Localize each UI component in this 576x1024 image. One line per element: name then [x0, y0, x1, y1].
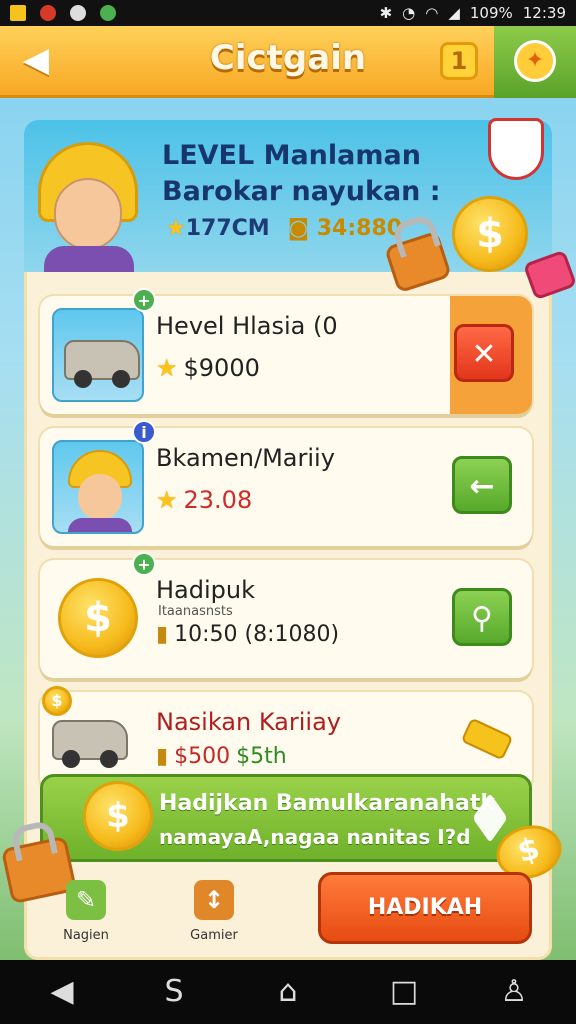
nav-account-button[interactable]: ♙ — [494, 972, 534, 1012]
star-icon: ★ — [156, 354, 178, 382]
tab-gamier[interactable]: ↕ Gamier — [174, 880, 254, 952]
top-header: ◀ Cictgain 1 ✦ — [0, 26, 576, 98]
location-icon — [40, 5, 56, 21]
star-icon: ★ — [156, 486, 178, 514]
promo-title: Hadijkan Bamulkaranahatk — [159, 791, 495, 816]
list-item[interactable]: i Bkamen/Mariiy ★ 23.08 ← — [40, 420, 532, 546]
coin-thumbnail: $ — [52, 572, 144, 666]
stars-stat: ★177CM — [166, 216, 270, 241]
notification-button[interactable]: 1 — [440, 42, 478, 80]
list-item[interactable]: $ + Hadipuk Itaanasnsts ▮ 10:50 (8:1080)… — [40, 552, 532, 678]
app-notification-icon — [10, 5, 26, 21]
compass-button[interactable]: ✦ — [494, 26, 576, 98]
hero-subtitle: Barokar nayukan : — [162, 176, 441, 207]
item-value: ▮ 10:50 (8:1080) — [156, 622, 340, 647]
system-nav-bar: ◀ S ⌂ □ ♙ — [0, 960, 576, 1024]
gold-coin-icon: $ — [83, 781, 153, 851]
battery-text: 109% — [469, 4, 513, 22]
coin-icon: ◙ — [287, 216, 317, 241]
promo-banner[interactable]: $ Hadijkan Bamulkaranahatk namayaA,nagaa… — [40, 774, 532, 862]
star-icon: ★ — [166, 216, 186, 241]
key-icon — [460, 717, 514, 761]
clock: 12:39 — [522, 4, 566, 22]
tab-label: Gamier — [190, 928, 238, 943]
item-value: ▮ $500 $5th — [156, 744, 287, 769]
character-thumbnail — [52, 440, 144, 534]
add-badge-icon: + — [132, 552, 156, 576]
hero-stats: ★177CM ◙ 34:880 — [166, 216, 402, 241]
vibrate-icon: ✱ — [379, 4, 393, 22]
nav-back-button[interactable]: ◀ — [42, 972, 82, 1012]
face-icon — [78, 474, 122, 520]
hero-title: LEVEL Manlaman — [162, 140, 421, 171]
bonus-button[interactable]: HADIKAH BONUS — [318, 872, 532, 986]
signal-icon: ◢ — [448, 4, 460, 22]
item-value: ★ $9000 — [156, 354, 260, 382]
gold-coin-icon: $ — [42, 686, 72, 716]
shield-icon — [488, 118, 544, 180]
add-badge-icon: + — [132, 288, 156, 312]
shirt-icon — [68, 518, 132, 532]
item-title: Nasikan Kariiay — [156, 708, 341, 736]
settings-icon — [70, 5, 86, 21]
compass-icon: ✦ — [514, 40, 556, 82]
nav-home-button[interactable]: ⌂ — [268, 972, 308, 1012]
item-value: ★ 23.08 — [156, 486, 253, 514]
close-button[interactable]: ✕ — [454, 324, 514, 382]
map-icon: ✎ — [66, 880, 106, 920]
back-arrow-button[interactable]: ← — [452, 456, 512, 514]
list-item[interactable]: + Hevel Hlasia (0 ★ $9000 ✕ — [40, 288, 532, 414]
message-icon — [100, 5, 116, 21]
vehicle-thumbnail — [52, 308, 144, 402]
nav-recents-button[interactable]: S — [154, 972, 194, 1012]
swap-icon: ↕ — [194, 880, 234, 920]
player-avatar — [26, 138, 150, 272]
lock-icon: ▮ — [156, 744, 169, 769]
status-bar: ✱ ◔ ◠ ◢ 109% 12:39 — [0, 0, 576, 26]
nav-overview-button[interactable]: □ — [384, 972, 424, 1012]
item-title: Hevel Hlasia (0 — [156, 312, 338, 340]
promo-text: namayaA,nagaa nanitas I?d — [159, 825, 471, 849]
lock-icon: ▮ — [156, 622, 169, 647]
shirt-icon — [44, 246, 134, 272]
tab-nagien[interactable]: ✎ Nagien — [46, 880, 126, 952]
gold-coin-icon: $ — [58, 578, 138, 658]
car-icon — [52, 720, 128, 768]
coins-stat: ◙ 34:880 — [287, 216, 403, 241]
item-subtitle: Itaanasnsts — [158, 604, 233, 619]
search-button[interactable]: ⚲ — [452, 588, 512, 646]
van-icon — [64, 340, 140, 388]
item-title: Hadipuk — [156, 576, 255, 604]
gold-coin-icon: $ — [452, 196, 528, 272]
tab-label: Nagien — [63, 928, 109, 943]
item-title: Bkamen/Mariiy — [156, 444, 335, 472]
page-title: Cictgain — [209, 38, 367, 78]
face-icon — [54, 178, 122, 250]
info-badge-icon: i — [132, 420, 156, 444]
alarm-icon: ◔ — [402, 4, 416, 22]
wifi-icon: ◠ — [425, 4, 439, 22]
